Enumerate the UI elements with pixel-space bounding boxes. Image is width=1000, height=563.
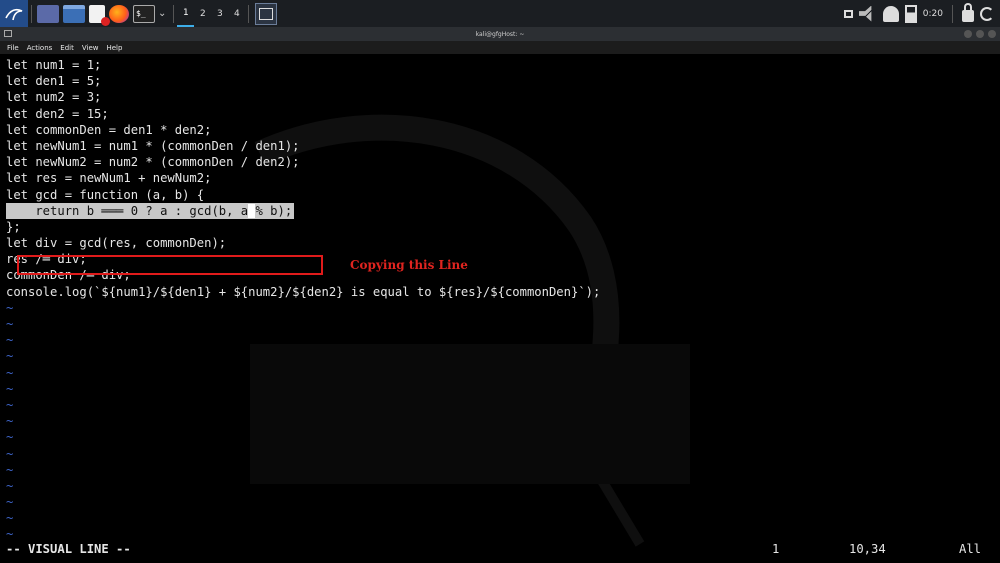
window-titlebar[interactable]: kali@gfgHost: ~ [0, 27, 1000, 41]
text-editor-icon[interactable] [89, 4, 110, 26]
terminal-window-icon [4, 30, 12, 37]
code-line: let num1 = 1; [6, 58, 102, 72]
mute-icon[interactable] [858, 5, 872, 22]
mode-indicator: -- VISUAL LINE -- [6, 542, 131, 556]
menubar: File Actions Edit View Help [0, 41, 1000, 54]
empty-line-tilde: ~ [6, 511, 14, 526]
code-line: console.log(`${num1}/${den1} + ${num2}/$… [6, 284, 601, 299]
minimize-button[interactable] [964, 30, 972, 38]
code-line: let gcd = function (a, b) { [6, 187, 205, 202]
panel-separator [173, 4, 175, 23]
selection-count: 1 [772, 542, 780, 556]
code-line: let newNum1 = num1 * (commonDen / den1); [6, 138, 300, 153]
code-line: let newNum2 = num2 * (commonDen / den2); [6, 155, 300, 170]
code-line: let res = newNum1 + newNum2; [6, 171, 212, 186]
empty-line-tilde: ~ [6, 365, 14, 380]
desktop-icon[interactable] [37, 4, 59, 23]
workspace-4[interactable]: 4 [228, 9, 245, 19]
clock[interactable]: 0:20 [923, 9, 943, 19]
logout-icon[interactable] [980, 6, 994, 21]
window-controls [964, 30, 996, 38]
battery-icon[interactable] [904, 4, 917, 23]
panel-separator [248, 4, 250, 23]
selection-text-after-cursor: % b); [255, 203, 293, 218]
highlight-box [17, 255, 323, 275]
empty-line-tilde: ~ [6, 462, 14, 477]
selected-code-line: return b ═══ 0 ? a : gcd(b, a % b); [6, 202, 600, 219]
annotation-label: Copying this Line [350, 258, 468, 272]
file-manager-icon[interactable] [63, 4, 85, 23]
window-title: kali@gfgHost: ~ [475, 30, 525, 38]
code-line: }; [6, 219, 21, 234]
visual-selection: return b ═══ 0 ? a : gcd(b, a % b); [6, 202, 295, 219]
workspace-3[interactable]: 3 [211, 9, 228, 19]
terminal-icon[interactable]: $_ [133, 4, 155, 23]
menu-view[interactable]: View [82, 44, 99, 52]
editor-buffer[interactable]: let num1 = 1; let den1 = 5; let num2 = 3… [6, 57, 600, 543]
empty-line-tilde: ~ [6, 414, 14, 429]
chevron-down-icon[interactable]: ⌄ [158, 8, 166, 19]
firefox-icon[interactable] [109, 4, 129, 23]
menu-edit[interactable]: Edit [60, 44, 74, 52]
workspace-1[interactable]: 1 [177, 0, 195, 27]
workspace-2[interactable]: 2 [194, 9, 211, 19]
system-tray: 0:20 [843, 2, 1000, 23]
kali-menu-icon[interactable] [0, 0, 28, 27]
panel-separator [31, 4, 32, 23]
top-panel: $_ ⌄ 1 2 3 4 0:20 [0, 0, 1000, 27]
empty-line-tilde: ~ [6, 381, 14, 396]
vim-status-line: -- VISUAL LINE -- 1 10,34 All [6, 541, 994, 557]
window-list-icon[interactable] [843, 9, 853, 18]
selection-text-before-cursor: return b ═══ 0 ? a : gcd(b, a [6, 203, 249, 218]
menu-help[interactable]: Help [106, 44, 122, 52]
scroll-position: All [958, 542, 981, 556]
empty-line-tilde: ~ [6, 317, 14, 331]
menu-file[interactable]: File [7, 44, 19, 52]
empty-line-tilde: ~ [6, 430, 14, 445]
empty-line-tilde: ~ [6, 478, 14, 493]
window-icon[interactable] [255, 2, 278, 25]
code-line: let num2 = 3; [6, 90, 102, 105]
code-line: let div = gcd(res, commonDen); [6, 236, 227, 251]
empty-line-tilde: ~ [6, 300, 14, 315]
panel-separator [952, 4, 953, 23]
code-line: let commonDen = den1 * den2; [6, 122, 212, 137]
menu-actions[interactable]: Actions [27, 44, 53, 52]
empty-line-tilde: ~ [6, 495, 14, 510]
close-button[interactable] [988, 30, 996, 38]
terminal-area[interactable]: let num1 = 1; let den1 = 5; let num2 = 3… [0, 54, 1000, 563]
empty-line-tilde: ~ [6, 349, 14, 364]
empty-line-tilde: ~ [6, 397, 14, 412]
code-line: let den1 = 5; [6, 74, 102, 89]
maximize-button[interactable] [976, 30, 984, 38]
lock-icon[interactable] [962, 2, 974, 22]
empty-line-tilde: ~ [6, 446, 14, 461]
empty-line-tilde: ~ [6, 333, 14, 348]
code-line: let den2 = 15; [6, 106, 109, 121]
cursor-position: 10,34 [849, 542, 886, 556]
notification-icon[interactable] [882, 5, 899, 22]
